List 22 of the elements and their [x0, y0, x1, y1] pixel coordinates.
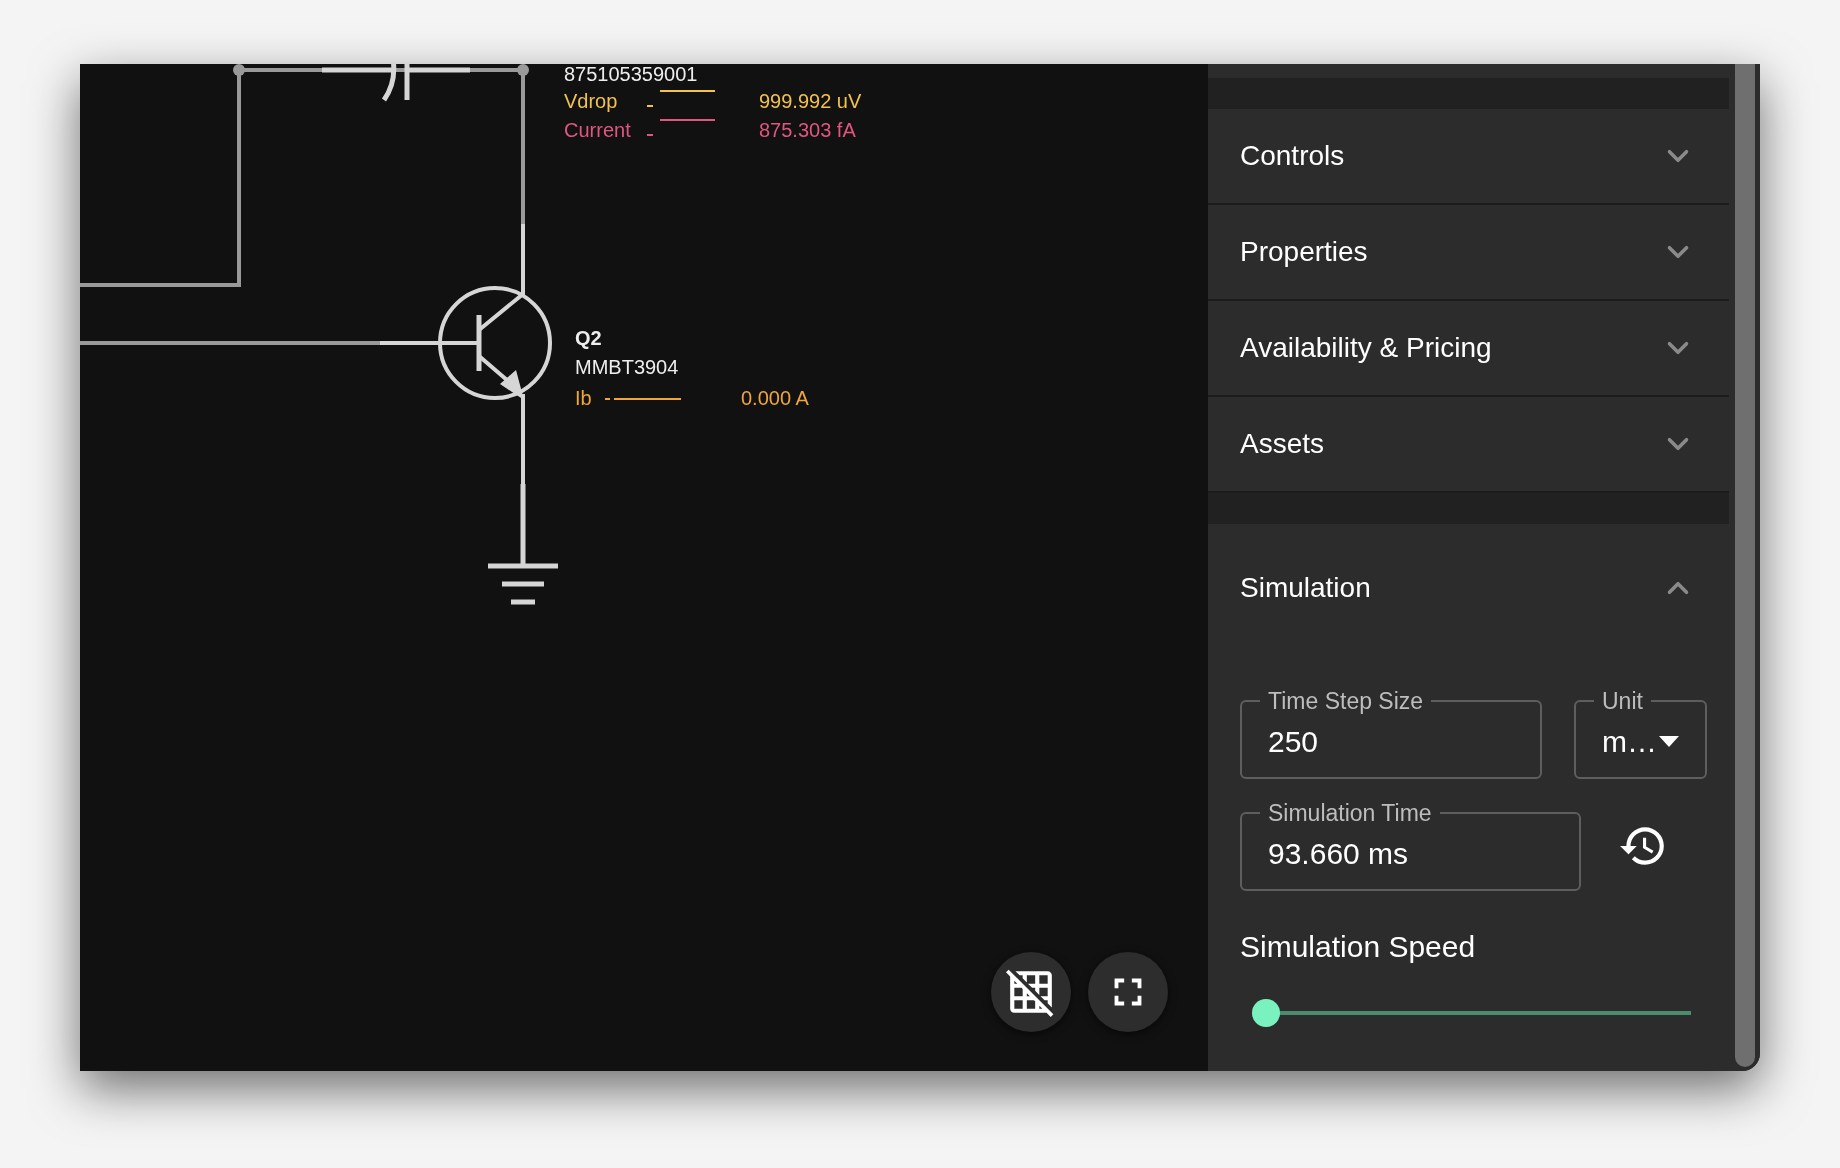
probe-value: 0.000 A [741, 386, 809, 410]
probe-label: Vdrop [564, 89, 618, 113]
field-label: Time Step Size [1267, 688, 1425, 714]
component-id: 875105359001 [564, 64, 698, 84]
probe-value: 999.992 uV [759, 89, 862, 113]
unit-select[interactable]: Unit m… [1574, 688, 1707, 779]
caret-icon [1659, 735, 1679, 748]
slider-label: Simulation Speed [1240, 930, 1477, 964]
designator: Q2 [575, 326, 602, 350]
probe-value: 875.303 fA [759, 118, 856, 142]
scrollbar[interactable] [1735, 64, 1755, 1067]
probe-label: Ib [575, 386, 592, 410]
junction-dot [517, 64, 529, 76]
grid-off-icon [1006, 967, 1056, 1017]
field-label: Simulation Time [1267, 800, 1433, 826]
field-label: Unit [1601, 688, 1644, 714]
probe-label: Current [564, 118, 631, 142]
part-number: MMBT3904 [575, 355, 679, 379]
junction-dot [233, 64, 245, 76]
input-field[interactable]: Simulation Time 93.660 ms [1240, 800, 1581, 891]
slider-thumb[interactable] [1252, 999, 1280, 1027]
input-field[interactable]: Time Step Size 250 [1240, 688, 1542, 779]
